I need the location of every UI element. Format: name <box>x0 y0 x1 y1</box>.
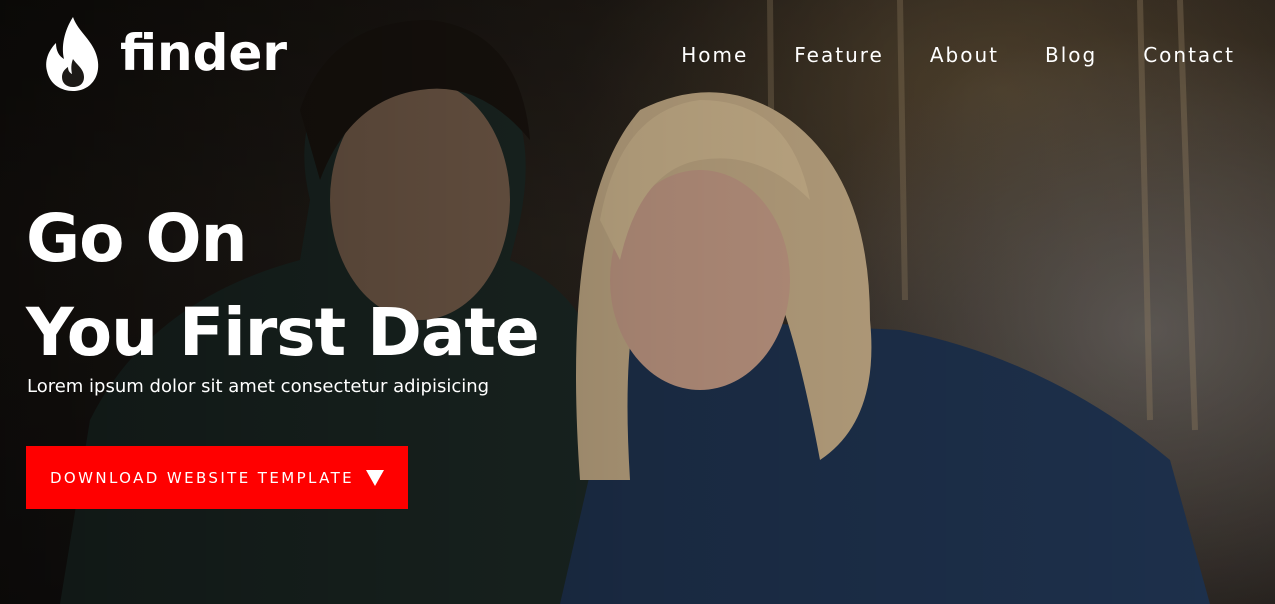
nav-item-contact[interactable]: Contact <box>1143 42 1235 68</box>
nav-item-home[interactable]: Home <box>681 42 748 68</box>
nav-item-blog[interactable]: Blog <box>1045 42 1097 68</box>
brand-name: finder <box>120 24 288 82</box>
nav-item-about[interactable]: About <box>930 42 999 68</box>
download-template-button[interactable]: DOWNLOAD WEBSITE TEMPLATE <box>26 446 408 509</box>
hero-headline-line-2: You First Date <box>26 294 540 371</box>
hero-headline-line-1: Go On <box>26 200 248 277</box>
flame-icon <box>44 15 102 95</box>
main-nav: Home Feature About Blog Contact <box>681 42 1235 68</box>
triangle-down-icon <box>366 469 385 486</box>
hero-headline: Go On You First Date <box>26 192 540 380</box>
hero-subtitle: Lorem ipsum dolor sit amet consectetur a… <box>27 376 490 397</box>
nav-item-feature[interactable]: Feature <box>794 42 884 68</box>
brand-logo[interactable]: finder <box>44 17 287 93</box>
hero-section: finder Home Feature About Blog Contact G… <box>0 0 1275 604</box>
download-template-button-label: DOWNLOAD WEBSITE TEMPLATE <box>49 468 355 487</box>
